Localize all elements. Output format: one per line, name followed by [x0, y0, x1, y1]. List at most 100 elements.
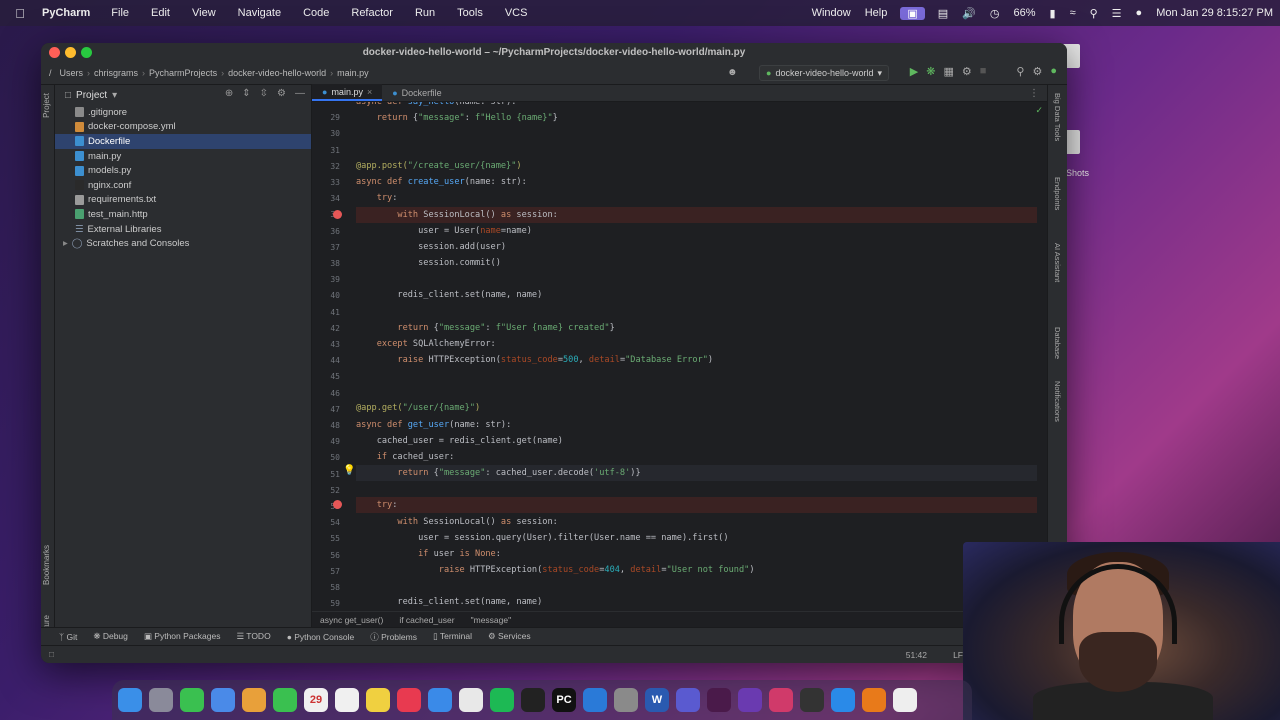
minimize-window-button[interactable] [65, 47, 76, 58]
line-number[interactable]: 36 [310, 227, 340, 236]
dock-obs-icon[interactable] [800, 688, 824, 712]
breadcrumb-function[interactable]: async get_user() [320, 615, 383, 625]
tool-debug[interactable]: ❋ Debug [93, 631, 128, 642]
menu-navigate[interactable]: Navigate [227, 7, 292, 19]
line-number[interactable]: 43 [310, 340, 340, 349]
locate-file-icon[interactable]: ⊕ [225, 88, 233, 99]
tree-item-file[interactable]: main.py [55, 149, 311, 164]
hide-panel-icon[interactable]: — [295, 88, 305, 99]
breadcrumb-root[interactable]: / [41, 68, 56, 78]
line-number[interactable]: 29 [310, 113, 340, 122]
line-number[interactable]: 59 [310, 599, 340, 608]
breadcrumb-if[interactable]: if cached_user [399, 615, 454, 625]
profile-icon[interactable]: ⚙ [962, 65, 972, 78]
line-number[interactable]: 32 [310, 162, 340, 171]
dock-photos-icon[interactable] [242, 688, 266, 712]
close-tab-icon[interactable]: × [367, 87, 372, 97]
menu-edit[interactable]: Edit [140, 7, 181, 19]
line-number[interactable]: 39 [310, 275, 340, 284]
debug-icon[interactable]: ❋ [926, 65, 935, 78]
more-icon[interactable]: ⋮ [1029, 88, 1047, 99]
line-number[interactable]: 38 [310, 259, 340, 268]
dock-notes-icon[interactable] [366, 688, 390, 712]
tab-main-py[interactable]: ● main.py × [312, 84, 383, 101]
tree-item-file[interactable]: test_main.http [55, 207, 311, 222]
chevron-right-icon[interactable]: ▸ [63, 238, 68, 249]
menu-tools[interactable]: Tools [446, 7, 494, 19]
dock-finder-icon[interactable] [118, 688, 142, 712]
line-number[interactable]: 40 [310, 291, 340, 300]
menu-code[interactable]: Code [292, 7, 340, 19]
tool-services[interactable]: ⚙ Services [488, 631, 531, 642]
dock-slack-icon[interactable] [707, 688, 731, 712]
line-number[interactable]: 57 [310, 567, 340, 576]
line-number[interactable]: 51 [310, 470, 340, 479]
intention-bulb-icon[interactable]: 💡 [343, 465, 355, 476]
dock-settings-icon[interactable] [614, 688, 638, 712]
chevron-down-icon[interactable]: ▾ [112, 90, 117, 101]
code-editor[interactable]: ● main.py × ● Dockerfile ⋮ 29 30 31 32 33 34 3… [310, 84, 1047, 627]
code-area[interactable]: async def say_hello(name: str): return {… [356, 102, 1037, 611]
database-button[interactable]: Database [1053, 327, 1062, 359]
dock-docker-icon[interactable] [831, 688, 855, 712]
tree-item-file[interactable]: docker-compose.yml [55, 120, 311, 135]
bookmarks-tool-button[interactable]: Bookmarks [42, 545, 51, 585]
run-icon[interactable]: ▶ [910, 65, 918, 78]
expand-all-icon[interactable]: ⇕ [242, 88, 250, 99]
breadcrumb-users[interactable]: Users [56, 68, 88, 78]
breadcrumb-file[interactable]: main.py [333, 68, 373, 78]
apple-icon[interactable]:  [0, 6, 40, 21]
tool-python-packages[interactable]: ▣ Python Packages [144, 631, 221, 642]
dock-appstore-icon[interactable] [428, 688, 452, 712]
dock-facetime-icon[interactable] [273, 688, 297, 712]
line-number[interactable]: 47 [310, 405, 340, 414]
tab-dockerfile[interactable]: ● Dockerfile [382, 84, 451, 101]
tool-python-console[interactable]: ● Python Console [287, 632, 355, 642]
tree-item-file[interactable]: models.py [55, 163, 311, 178]
notifications-button[interactable]: Notifications [1053, 381, 1062, 422]
line-number[interactable]: 56 [310, 551, 340, 560]
ide-updates-icon[interactable]: ● [1050, 65, 1057, 78]
tool-problems[interactable]: ⓘ Problems [370, 631, 417, 643]
tool-terminal[interactable]: ▯ Terminal [433, 631, 472, 642]
tree-item-external-libraries[interactable]: ☰ External Libraries [55, 222, 311, 237]
display-icon[interactable]: ▤ [931, 7, 955, 20]
line-number[interactable]: 37 [310, 243, 340, 252]
line-number[interactable]: 58 [310, 583, 340, 592]
options-icon[interactable]: ⚙ [277, 88, 286, 99]
tree-item-scratches[interactable]: ▸ ◯ Scratches and Consoles [55, 236, 311, 251]
dock-vscode-icon[interactable] [583, 688, 607, 712]
search-everywhere-icon[interactable]: ⚲ [1016, 65, 1024, 78]
close-window-button[interactable] [49, 47, 60, 58]
tree-item-file[interactable]: .gitignore [55, 105, 311, 120]
line-number[interactable]: 31 [310, 146, 340, 155]
dock-spotify-icon[interactable] [490, 688, 514, 712]
breakpoint-icon[interactable] [333, 500, 342, 509]
dock-vlc-icon[interactable] [862, 688, 886, 712]
breadcrumb-projects[interactable]: PycharmProjects [145, 68, 221, 78]
line-ending[interactable]: LF [953, 650, 963, 660]
breakpoint-icon[interactable] [333, 210, 342, 219]
line-number[interactable]: 50 [310, 453, 340, 462]
menu-window[interactable]: Window [805, 7, 858, 19]
line-number[interactable]: 34 [310, 194, 340, 203]
clock[interactable]: Mon Jan 29 8:15:27 PM [1149, 7, 1280, 19]
wifi-icon[interactable]: ≈ [1063, 7, 1083, 19]
caret-position[interactable]: 51:42 [906, 650, 927, 660]
line-number[interactable]: 55 [310, 534, 340, 543]
line-number[interactable]: 52 [310, 486, 340, 495]
dock-calendar-icon[interactable]: 29 [304, 688, 328, 712]
settings-icon[interactable]: ⚙ [1032, 65, 1042, 78]
stop-icon[interactable]: ■ [980, 65, 987, 78]
line-number[interactable]: 42 [310, 324, 340, 333]
dock-app-red-icon[interactable] [769, 688, 793, 712]
dock-terminal-icon[interactable] [521, 688, 545, 712]
line-number[interactable]: 33 [310, 178, 340, 187]
line-number[interactable]: 41 [310, 308, 340, 317]
menu-view[interactable]: View [181, 7, 227, 19]
dock-teams-icon[interactable] [676, 688, 700, 712]
tree-item-file[interactable]: Dockerfile [55, 134, 311, 149]
line-number[interactable]: 44 [310, 356, 340, 365]
tree-item-file[interactable]: nginx.conf [55, 178, 311, 193]
dock-chrome-icon[interactable] [459, 688, 483, 712]
